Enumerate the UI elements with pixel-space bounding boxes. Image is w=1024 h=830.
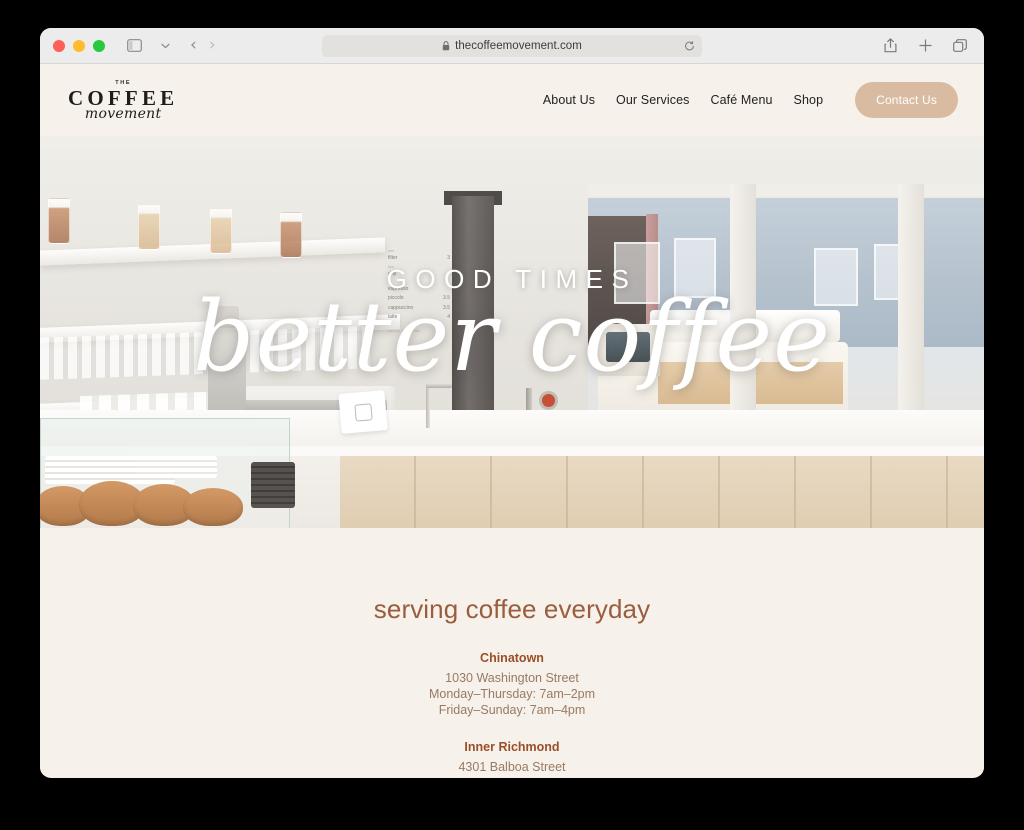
location-hours-weekday: Monday–Thursday: 7am–2pm — [428, 687, 596, 701]
location-name: Inner Richmond — [464, 740, 560, 754]
site-header: THE COFFEE movement About Us Our Service… — [40, 64, 984, 136]
site-logo[interactable]: THE COFFEE movement — [68, 79, 178, 121]
maximize-window-button[interactable] — [93, 39, 105, 52]
location-address: 1030 Washington Street — [445, 671, 579, 685]
back-arrow-icon[interactable]: ‹ — [190, 37, 197, 54]
minimize-window-button[interactable] — [73, 39, 85, 52]
tab-overview-icon[interactable] — [949, 35, 971, 57]
hero-text-block: GOOD TIMES better coffee — [40, 264, 984, 385]
close-window-button[interactable] — [53, 39, 65, 52]
window-controls — [53, 39, 105, 52]
location-name: Chinatown — [480, 651, 544, 665]
hero-script-headline: better coffee — [193, 281, 831, 393]
forward-arrow-icon[interactable]: › — [209, 37, 216, 54]
hero-section: one filter 3 two drip espresso piccolo 3… — [40, 136, 984, 528]
location-address: 4301 Balboa Street — [458, 760, 566, 774]
sidebar-toggle-icon[interactable] — [123, 35, 145, 57]
nav-item-about-us[interactable]: About Us — [543, 93, 595, 107]
url-text: thecoffeemovement.com — [455, 39, 582, 52]
share-icon[interactable] — [879, 35, 901, 57]
lock-icon — [442, 40, 450, 51]
plus-icon[interactable] — [914, 35, 936, 57]
nav-item-shop[interactable]: Shop — [794, 93, 824, 107]
location-inner-richmond: Inner Richmond 4301 Balboa Street — [40, 740, 984, 775]
chevron-down-icon[interactable] — [154, 35, 176, 57]
browser-window: ‹ › thecoffeemovement.com THE COFFEE mov… — [40, 28, 984, 778]
location-hours-weekend: Friday–Sunday: 7am–4pm — [438, 703, 586, 717]
reload-icon[interactable] — [684, 40, 695, 51]
location-chinatown: Chinatown 1030 Washington Street Monday–… — [40, 651, 984, 718]
contact-us-button[interactable]: Contact Us — [855, 82, 958, 118]
nav-item-cafe-menu[interactable]: Café Menu — [711, 93, 773, 107]
serving-section: serving coffee everyday Chinatown 1030 W… — [40, 528, 984, 775]
main-navigation: About Us Our Services Café Menu Shop Con… — [543, 82, 958, 118]
address-bar[interactable]: thecoffeemovement.com — [322, 34, 702, 57]
serving-title: serving coffee everyday — [373, 594, 651, 624]
browser-toolbar: ‹ › thecoffeemovement.com — [40, 28, 984, 64]
nav-item-our-services[interactable]: Our Services — [616, 93, 689, 107]
